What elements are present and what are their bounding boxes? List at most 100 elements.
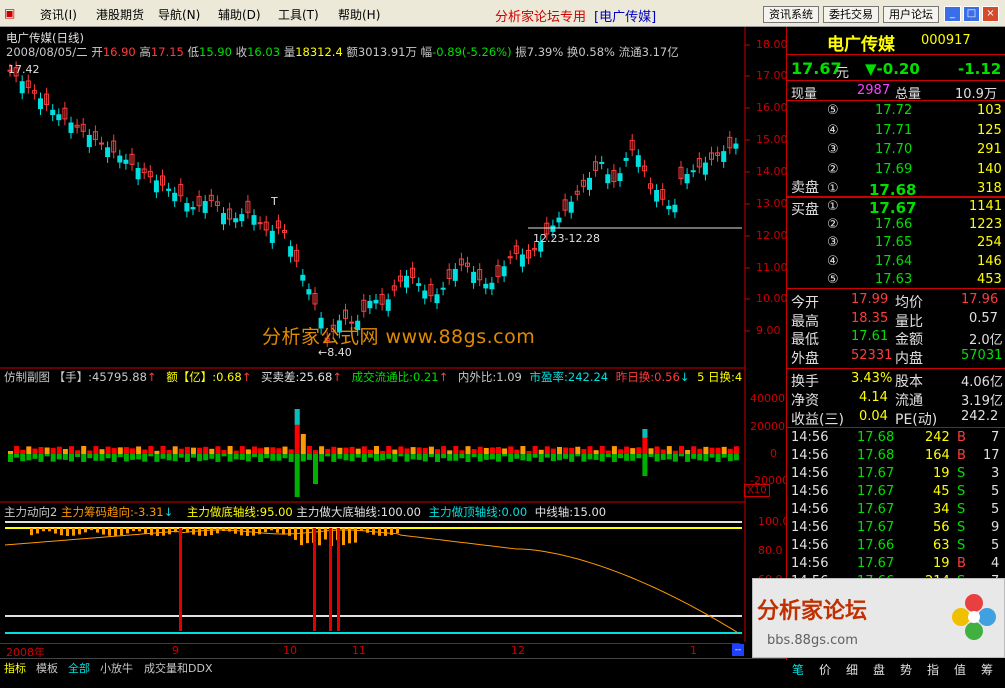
quote-tab-0[interactable]: 笔 <box>792 661 804 678</box>
volume-bar-up <box>416 447 422 454</box>
maximize-button[interactable]: □ <box>963 6 980 22</box>
volume-bar-up <box>197 447 203 454</box>
volume-bar-down <box>62 454 68 460</box>
volume-bar-up <box>422 448 428 454</box>
bottom-signal-bar <box>313 528 316 631</box>
volume-bar-up <box>319 446 325 454</box>
volume-bar-down <box>575 454 581 457</box>
signal-bar <box>228 528 231 532</box>
menu-item-news[interactable]: 资讯(I) <box>40 6 77 23</box>
volume-bar-down <box>75 454 81 457</box>
volume-bar-up <box>672 450 678 454</box>
bid-volume: 1141 <box>969 199 1003 214</box>
kline-high: 17.15 <box>150 45 184 59</box>
volume-bar-up <box>733 446 739 454</box>
volume-bar-down <box>557 454 562 461</box>
volume-bar-up <box>691 446 697 454</box>
volume-bar-up <box>404 448 410 454</box>
kline-amp: 7.39% <box>526 45 564 59</box>
quote-tab-3[interactable]: 盘 <box>873 661 885 678</box>
stat-value: 17.99 <box>851 292 889 307</box>
volume-bar-down <box>660 454 666 460</box>
tick-price: 17.67 <box>857 520 895 535</box>
quote-price: 17.67 <box>791 59 842 78</box>
kline-close: 16.03 <box>247 45 281 59</box>
bid-volume: 254 <box>977 235 1002 251</box>
signal-bar <box>324 528 327 540</box>
volume-bar-down <box>325 454 331 457</box>
volume-bar-down <box>343 454 349 461</box>
volume-bar-down <box>672 454 678 462</box>
tab-all[interactable]: 全部 <box>68 660 90 676</box>
volume-bar-down <box>453 454 459 461</box>
quote-tab-6[interactable]: 值 <box>954 661 966 678</box>
volume-bar-up <box>380 450 386 454</box>
candle-body <box>300 274 306 281</box>
volume-bar-up <box>374 446 379 454</box>
tab-xiaofangniu[interactable]: 小放牛 <box>100 660 133 676</box>
volume-bar-up <box>697 448 703 454</box>
volume-bar-down <box>93 454 99 461</box>
signal-bar <box>42 528 45 532</box>
menu-item-hk-futures[interactable]: 港股期货 <box>96 6 144 23</box>
signal-bar <box>354 528 357 543</box>
scroll-end-button[interactable]: -- <box>732 644 744 656</box>
candle-body <box>306 289 312 295</box>
kline-float-label: 流通 <box>618 45 642 59</box>
quote-tab-1[interactable]: 价 <box>819 661 831 678</box>
signal-bar <box>108 528 111 536</box>
tick-volume: 63 <box>933 538 950 553</box>
minimize-button[interactable]: _ <box>944 6 961 22</box>
volume-bar-up <box>367 449 373 454</box>
tick-count: 9 <box>991 520 1000 535</box>
stat-value: 18.35 <box>851 310 889 326</box>
stat-label: 最高 <box>791 313 819 330</box>
tick-price: 17.67 <box>857 466 895 481</box>
tick-count: 17 <box>983 448 1000 463</box>
volume-bar-down <box>252 454 257 457</box>
volume-bar-highlight <box>294 409 300 425</box>
menu-item-navigate[interactable]: 导航(N) <box>158 6 200 23</box>
volume-bar-down <box>380 454 386 461</box>
tab-indicator[interactable]: 指标 <box>4 660 26 676</box>
user-forum-button[interactable]: 用户论坛 <box>883 6 939 23</box>
tab-volume-ddx[interactable]: 成交量和DDX <box>144 660 212 676</box>
signal-bar <box>222 528 225 532</box>
volume-bar-down <box>593 454 599 460</box>
close-button[interactable]: × <box>982 6 999 22</box>
volume-bar-up <box>355 448 361 454</box>
volume-bar-down <box>367 454 373 458</box>
range-marker: 12.23-12.28 <box>533 232 600 245</box>
tick-count: 7 <box>991 430 1000 445</box>
tab-template[interactable]: 模板 <box>36 660 58 676</box>
volume-bar-down <box>654 454 660 462</box>
volume-bar-down <box>502 454 508 457</box>
bid-price: 17.66 <box>875 217 913 233</box>
volume-bar-down <box>99 454 105 461</box>
volume-bar-down <box>172 454 178 462</box>
volume-bar-down <box>361 454 367 462</box>
menu-bar: ▣ 资讯(I) 港股期货 导航(N) 辅助(D) 工具(T) 帮助(H) 分析家… <box>0 0 1005 27</box>
volume-bar-up <box>331 446 337 454</box>
quote-tab-7[interactable]: 筹 <box>981 661 993 678</box>
trade-order-button[interactable]: 委托交易 <box>823 6 879 23</box>
menu-item-assist[interactable]: 辅助(D) <box>218 6 261 23</box>
label-sell: 卖盘 <box>791 180 819 196</box>
info-system-button[interactable]: 资讯系统 <box>763 6 819 23</box>
ask-volume: 318 <box>977 181 1002 196</box>
menu-item-tools[interactable]: 工具(T) <box>278 6 319 23</box>
signal-bar <box>60 528 63 536</box>
candle-body <box>385 299 391 311</box>
candle-body <box>202 201 208 213</box>
quote-tab-4[interactable]: 势 <box>900 661 912 678</box>
volume-bar-down <box>727 454 733 462</box>
volume-bar-up <box>270 447 276 454</box>
kline-amt-label: 额 <box>346 45 358 59</box>
menu-item-help[interactable]: 帮助(H) <box>338 6 380 23</box>
quote-tab-5[interactable]: 指 <box>927 661 939 678</box>
quote-stock-name: 电广传媒 <box>827 35 895 55</box>
volume-bar-up <box>483 447 489 454</box>
quote-tab-2[interactable]: 细 <box>846 661 858 678</box>
kline-close-label: 收 <box>235 45 248 59</box>
volume-bar-down <box>105 454 111 459</box>
